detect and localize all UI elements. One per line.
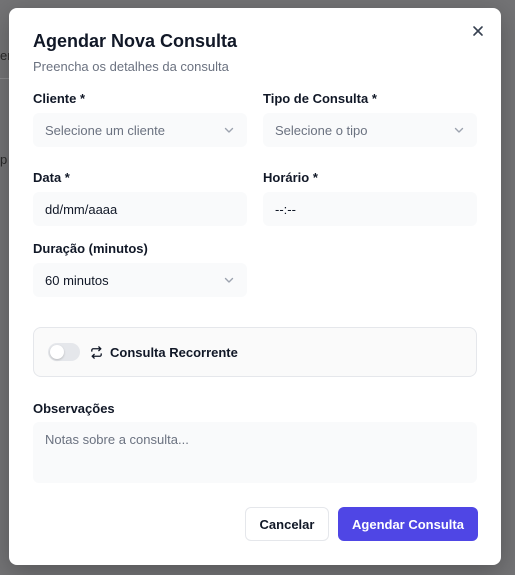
cancel-button[interactable]: Cancelar [245, 507, 329, 541]
horario-label: Horário * [263, 170, 318, 185]
recurring-label: Consulta Recorrente [110, 344, 238, 360]
schedule-appointment-dialog: Agendar Nova Consulta Preencha os detalh… [9, 8, 501, 565]
recurring-toggle[interactable] [48, 343, 80, 361]
submit-button[interactable]: Agendar Consulta [338, 507, 478, 541]
recurring-section: Consulta Recorrente [33, 327, 477, 377]
duracao-label: Duração (minutos) [33, 241, 148, 256]
observacoes-label: Observações [33, 401, 115, 416]
observacoes-textarea[interactable]: Notas sobre a consulta... [33, 422, 477, 483]
cliente-select-placeholder: Selecione um cliente [45, 122, 165, 138]
date-input[interactable]: dd/mm/aaaa [33, 192, 247, 226]
duracao-select[interactable]: 60 minutos [33, 263, 247, 297]
chevron-down-icon [223, 124, 235, 136]
duracao-select-value: 60 minutos [45, 272, 109, 288]
cliente-select[interactable]: Selecione um cliente [33, 113, 247, 147]
repeat-icon [88, 344, 104, 360]
chevron-down-icon [223, 274, 235, 286]
background-text-fragment-2: p [0, 152, 8, 167]
tipo-consulta-label: Tipo de Consulta * [263, 91, 377, 106]
close-button[interactable] [469, 22, 487, 40]
dialog-title: Agendar Nova Consulta [33, 31, 238, 51]
observacoes-placeholder: Notas sobre a consulta... [45, 432, 189, 447]
time-input-value: --:-- [275, 201, 296, 217]
cliente-label: Cliente * [33, 91, 86, 106]
tipo-consulta-select[interactable]: Selecione o tipo [263, 113, 477, 147]
date-input-value: dd/mm/aaaa [45, 201, 118, 217]
dialog-subtitle: Preencha os detalhes da consulta [33, 59, 229, 74]
data-label: Data * [33, 170, 70, 185]
time-input[interactable]: --:-- [263, 192, 477, 226]
chevron-down-icon [453, 124, 465, 136]
toggle-knob [50, 345, 64, 359]
close-icon [473, 26, 483, 36]
tipo-consulta-placeholder: Selecione o tipo [275, 122, 368, 138]
